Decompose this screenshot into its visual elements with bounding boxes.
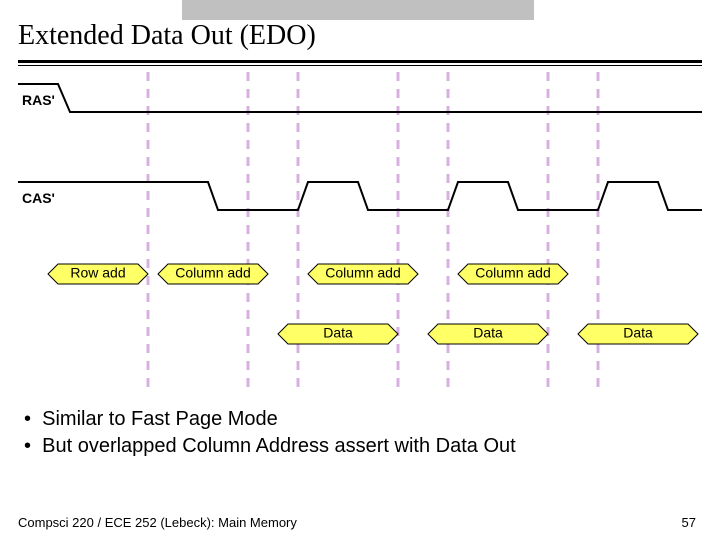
bullet-list: • Similar to Fast Page Mode • But overla…	[24, 406, 516, 460]
col-add-2-label: Column add	[325, 265, 401, 281]
timing-svg: Row add Column add Column add Column add…	[18, 72, 702, 392]
footer-left: Compsci 220 / ECE 252 (Lebeck): Main Mem…	[18, 515, 297, 530]
slide-accent-bar	[182, 0, 534, 20]
col-add-3-label: Column add	[475, 265, 551, 281]
cas-label: CAS'	[22, 190, 55, 206]
bullet-2: • But overlapped Column Address assert w…	[24, 433, 516, 460]
bullet-1: • Similar to Fast Page Mode	[24, 406, 516, 433]
page-number: 57	[682, 515, 696, 530]
timing-diagram: RAS' CAS' Row add Column add Column add …	[18, 72, 702, 392]
ras-label: RAS'	[22, 92, 55, 108]
slide-title: Extended Data Out (EDO)	[18, 20, 316, 52]
data-3-label: Data	[623, 325, 653, 341]
data-2-label: Data	[473, 325, 503, 341]
col-add-1-label: Column add	[175, 265, 251, 281]
data-1-label: Data	[323, 325, 353, 341]
title-underline	[18, 60, 702, 66]
row-add-label: Row add	[70, 265, 125, 281]
